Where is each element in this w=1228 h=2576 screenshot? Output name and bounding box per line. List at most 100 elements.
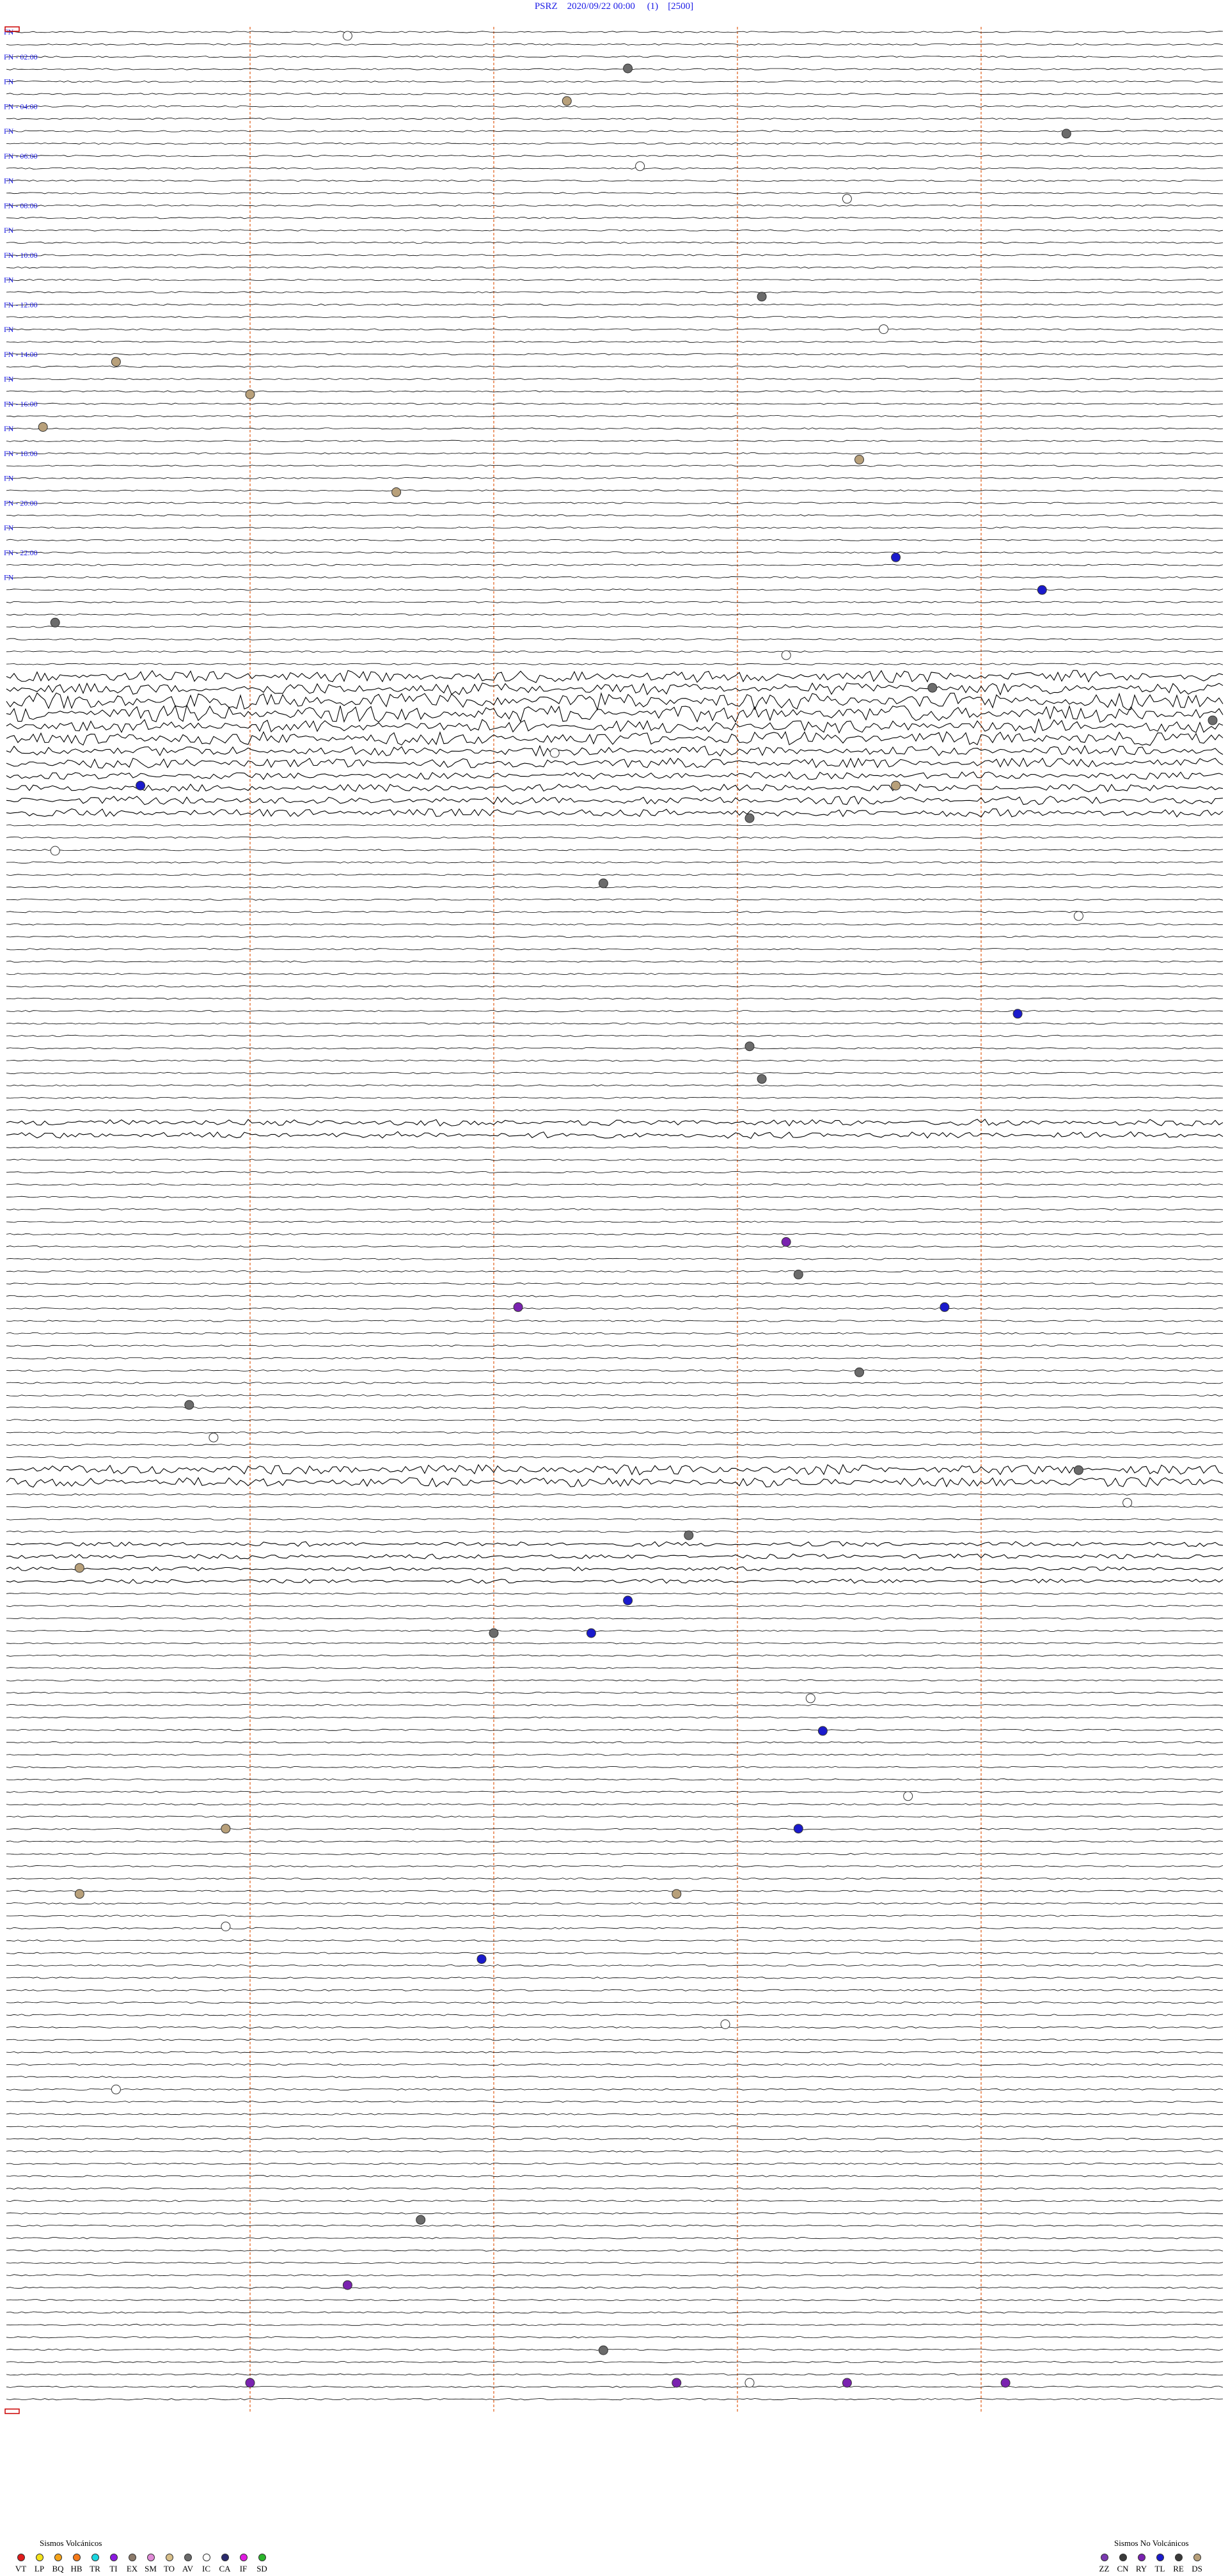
hour-label: FN bbox=[4, 474, 14, 483]
trace-line bbox=[6, 1464, 1224, 1476]
event-marker-ry bbox=[781, 1237, 791, 1247]
trace-line bbox=[6, 1541, 1224, 1547]
trace-line bbox=[6, 663, 1224, 665]
trace-line bbox=[6, 1778, 1224, 1781]
event-marker-ic bbox=[635, 161, 645, 171]
trace-line bbox=[6, 757, 1224, 769]
trace-line bbox=[6, 1566, 1224, 1572]
trace-line bbox=[6, 1493, 1224, 1496]
trace-line bbox=[6, 2014, 1224, 2016]
trace-line bbox=[6, 960, 1224, 963]
event-marker-av bbox=[1208, 715, 1218, 725]
trace-line bbox=[6, 2311, 1224, 2314]
trace-line bbox=[6, 1245, 1224, 1248]
event-marker-tl bbox=[136, 780, 146, 791]
event-marker-av bbox=[793, 1269, 803, 1279]
trace-line bbox=[6, 1258, 1224, 1260]
event-marker-ic bbox=[342, 31, 352, 41]
trace-line bbox=[6, 93, 1224, 95]
legend-dot-icon bbox=[91, 2554, 99, 2561]
end-marker bbox=[4, 2408, 20, 2414]
trace-line bbox=[6, 2261, 1224, 2264]
event-marker-av bbox=[1061, 129, 1071, 139]
trace-line bbox=[6, 564, 1224, 566]
trace-line bbox=[6, 898, 1224, 901]
trace-line bbox=[6, 1183, 1224, 1186]
event-marker-ic bbox=[842, 194, 852, 204]
hour-label: FN bbox=[4, 573, 14, 582]
legend-dot-icon bbox=[35, 2554, 43, 2561]
trace-line bbox=[6, 1084, 1224, 1087]
trace-line bbox=[6, 179, 1224, 182]
legend-nonvolcanic-item-cn: CN bbox=[1114, 2554, 1132, 2574]
legend-dot-icon bbox=[1100, 2554, 1108, 2561]
event-marker-av bbox=[489, 1628, 499, 1638]
trace-line bbox=[6, 2162, 1224, 2165]
hour-label: FN - 12:00 bbox=[4, 300, 38, 309]
event-marker-ry bbox=[842, 2378, 852, 2388]
trace-line bbox=[6, 514, 1224, 517]
event-marker-ds bbox=[854, 455, 864, 464]
trace-line bbox=[6, 2348, 1224, 2351]
hour-label: FN bbox=[4, 424, 14, 433]
event-marker-av bbox=[757, 292, 767, 302]
trace-line bbox=[6, 315, 1224, 319]
legend-code-label: VT bbox=[15, 2564, 27, 2573]
trace-line bbox=[6, 2274, 1224, 2277]
legend-nonvolcanic-item-ds: DS bbox=[1188, 2554, 1206, 2574]
trace-line bbox=[6, 1320, 1224, 1322]
event-marker-tl bbox=[586, 1628, 596, 1638]
event-marker-ds bbox=[562, 96, 572, 106]
trace-line bbox=[6, 291, 1224, 294]
trace-line bbox=[6, 1295, 1224, 1297]
event-marker-av bbox=[623, 63, 633, 74]
trace-line bbox=[6, 117, 1224, 120]
trace-line bbox=[6, 2249, 1224, 2252]
trace-line bbox=[6, 2113, 1224, 2115]
trace-line bbox=[6, 923, 1224, 926]
trace-line bbox=[6, 1131, 1224, 1139]
event-marker-av bbox=[757, 1074, 767, 1084]
trace-line bbox=[6, 477, 1224, 480]
event-marker-ry bbox=[245, 2378, 255, 2388]
hour-label: FN - 08:00 bbox=[4, 201, 38, 210]
trace-line bbox=[6, 1840, 1224, 1843]
trace-line bbox=[6, 303, 1224, 306]
hour-label: FN - 04:00 bbox=[4, 102, 38, 111]
trace-line bbox=[6, 2175, 1224, 2177]
trace-line bbox=[6, 328, 1224, 331]
trace-line bbox=[6, 2088, 1224, 2090]
legend-dot-icon bbox=[1193, 2554, 1201, 2561]
trace-line bbox=[6, 745, 1224, 757]
hour-label: FN bbox=[4, 226, 14, 235]
trace-line bbox=[6, 1553, 1224, 1560]
legend-code-label: EX bbox=[126, 2564, 138, 2573]
trace-line bbox=[6, 427, 1224, 430]
legend-volcanic-item-ti: TI bbox=[104, 2554, 123, 2574]
trace-line bbox=[6, 1642, 1224, 1645]
event-marker-tl bbox=[793, 1824, 803, 1834]
hour-label: FN bbox=[4, 177, 14, 186]
trace-line bbox=[6, 836, 1224, 839]
event-marker-av bbox=[744, 813, 755, 823]
trace-line bbox=[6, 1865, 1224, 1868]
legend-volcanic-item-tr: TR bbox=[86, 2554, 104, 2574]
trace-line bbox=[6, 1096, 1224, 1099]
event-marker-ds bbox=[38, 422, 48, 432]
hour-label: FN bbox=[4, 325, 14, 334]
legend-code-label: LP bbox=[34, 2564, 45, 2573]
trace-line bbox=[6, 935, 1223, 938]
trace-line bbox=[6, 873, 1224, 876]
trace-line bbox=[6, 1853, 1224, 1855]
trace-line bbox=[6, 1703, 1224, 1707]
trace-line bbox=[6, 142, 1224, 145]
trace-line bbox=[6, 670, 1224, 683]
hour-label: FN - 14:00 bbox=[4, 350, 38, 359]
trace-line bbox=[6, 539, 1224, 542]
trace-line bbox=[6, 1444, 1224, 1446]
trace-line bbox=[6, 731, 1224, 746]
legend-dot-icon bbox=[1174, 2554, 1183, 2561]
trace-line bbox=[6, 1357, 1224, 1359]
trace-line bbox=[6, 1518, 1223, 1521]
trace-line bbox=[6, 278, 1224, 281]
